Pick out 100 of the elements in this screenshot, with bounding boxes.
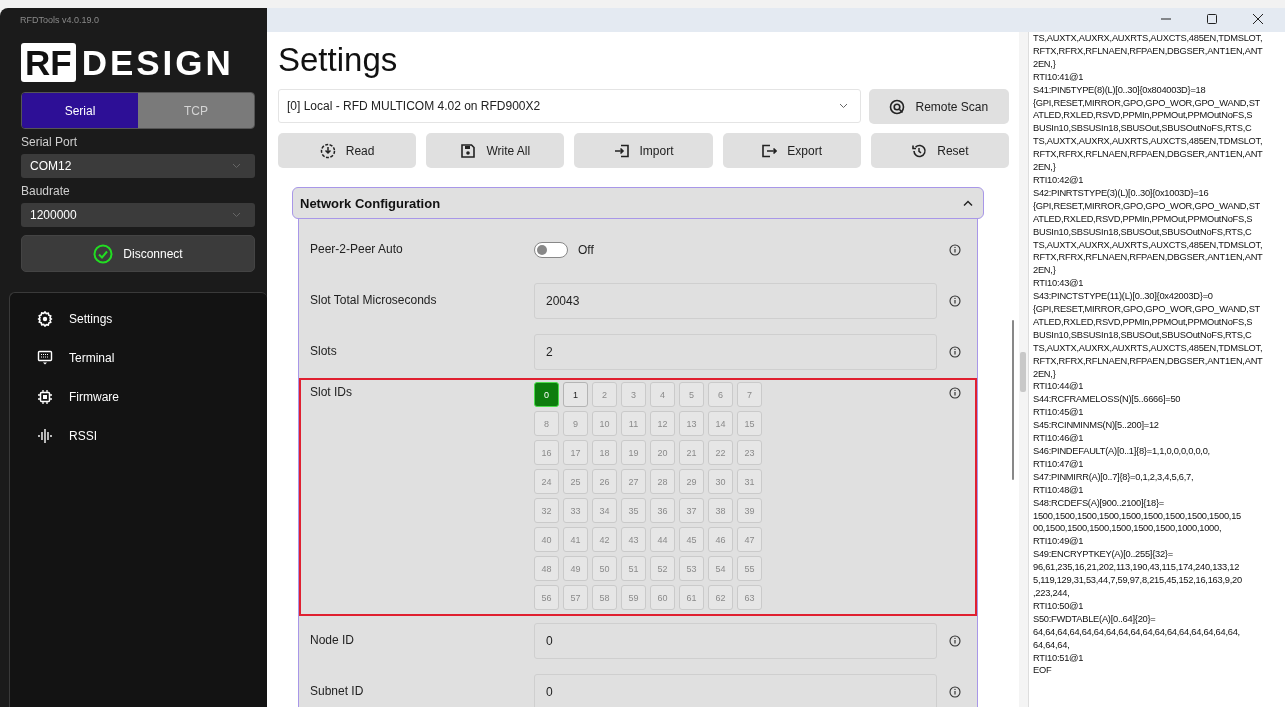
section-header[interactable]: Network Configuration [292, 187, 984, 219]
chevron-up-icon [963, 199, 973, 207]
serial-port-select[interactable]: COM12 [21, 154, 255, 178]
chevron-down-icon [838, 103, 848, 109]
input-field[interactable]: 20043 [534, 283, 937, 319]
log-line: RTI10:48@1 [1033, 483, 1085, 497]
log-line: 96,61,235,16,21,202,113,190,43,115,174,240,133,12 [1033, 561, 1241, 575]
check-circle-icon [93, 243, 114, 264]
log-line: BUSIn10,SBSUSIn18,SBUSOut,SBUSOutNoFS,RTS,C [1033, 328, 1253, 342]
log-line: ATLED,RXLED,RSVD,PPMIn,PPMOut,PPMOutNoFS,S [1033, 315, 1254, 329]
log-line: TS,AUXTX,AUXRX,AUXRTS,AUXCTS,485EN,TDMSLOT, [1033, 32, 1264, 45]
field-label: Node ID [310, 632, 356, 647]
action-button[interactable]: Write All [426, 133, 565, 168]
log-line: BUSIn10,SBSUSIn18,SBUSOut,SBUSOutNoFS,RTS,C [1033, 225, 1253, 239]
scrollbar-thumb[interactable] [1012, 320, 1014, 480]
log-line: 2EN,} [1033, 367, 1057, 381]
action-button[interactable]: Reset [870, 133, 1009, 168]
baudrate-select[interactable]: 1200000 [21, 203, 255, 227]
log-line: RTI10:47@1 [1033, 457, 1085, 471]
log-line: 00,1500,1500,1500,1500,1500,1500,1000,1000, [1033, 522, 1223, 536]
logo: RF DESIGN [21, 43, 267, 82]
info-icon[interactable] [949, 387, 961, 399]
disconnect-button[interactable]: Disconnect [21, 235, 255, 272]
log-line: S45:RCINMINMS(N)[5..200]=12 [1033, 419, 1160, 433]
log-line: RTI10:42@1 [1033, 173, 1085, 187]
info-icon[interactable] [949, 686, 961, 698]
log-line: ATLED,RXLED,RSVD,PPMIn,PPMOut,PPMOutNoFS,S [1033, 212, 1254, 226]
export-icon [761, 142, 778, 159]
log-line: RFTX,RFRX,RFLNAEN,RFPAEN,DBGSER,ANT1EN,ANT [1033, 251, 1264, 265]
slot-id-toggle[interactable]: 1 [563, 382, 588, 407]
device-select[interactable]: [0] Local - RFD MULTICOM 4.02 on RFD900X2 [278, 89, 861, 123]
log-line: S41:PIN5TYPE(8)(L)[0..30]{0x804003D}=18 [1033, 83, 1207, 97]
splitter-handle[interactable] [1020, 352, 1026, 392]
waveform-icon [37, 427, 53, 444]
log-line: {GPI,RESET,MIRROR,GPO,GPO_WOR,GPO_WAND,ST [1033, 96, 1262, 110]
log-line: ATLED,RXLED,RSVD,PPMIn,PPMOut,PPMOutNoFS,S [1033, 109, 1254, 123]
log-line: 64,64,64, [1033, 638, 1071, 652]
page-title: Settings [278, 40, 399, 80]
log-line: S44:RCFRAMELOSS(N)[5..6666]=50 [1033, 393, 1182, 407]
nav-item[interactable]: Firmware [10, 377, 267, 416]
history-icon [911, 142, 928, 159]
log-line: 2EN,} [1033, 57, 1057, 71]
log-line: TS,AUXTX,AUXRX,AUXRTS,AUXCTS,485EN,TDMSLOT, [1033, 341, 1264, 355]
log-line: 64,64,64,64,64,64,64,64,64,64,64,64,64,64,64,64,64, [1033, 625, 1241, 639]
log-line: S50:FWDTABLE(A)[0..64]{20}= [1033, 612, 1157, 626]
action-button[interactable]: Import [574, 133, 713, 168]
log-line: RTI10:45@1 [1033, 406, 1085, 420]
info-icon[interactable] [949, 244, 961, 256]
info-icon[interactable] [949, 346, 961, 358]
log-line: S47:PINMIRR(A)[0..7]{8}=0,1,2,3,4,5,6,7, [1033, 470, 1195, 484]
slot-id-toggle[interactable]: 0 [534, 382, 559, 407]
field-label: Serial Port [21, 135, 79, 149]
toggle-state-text: Off [578, 243, 594, 257]
remote-scan-button[interactable]: Remote Scan [868, 89, 1009, 124]
log-line: RTI10:41@1 [1033, 70, 1085, 84]
action-button[interactable]: Export [722, 133, 861, 168]
field-label: Subnet ID [310, 683, 365, 698]
log-line: BUSIn10,SBSUSIn18,SBUSOut,SBUSOutNoFS,RTS,C [1033, 122, 1253, 136]
field-label: Slots [310, 343, 338, 358]
log-line: RTI10:44@1 [1033, 380, 1085, 394]
chevron-down-icon [232, 212, 241, 218]
action-button[interactable]: Read [278, 133, 417, 168]
field-label: Baudrate [21, 184, 71, 198]
nav-item[interactable]: RSSI [10, 416, 267, 455]
log-line: 2EN,} [1033, 264, 1057, 278]
log-line: TS,AUXTX,AUXRX,AUXRTS,AUXCTS,485EN,TDMSLOT, [1033, 135, 1264, 149]
field-label: Slot Total Microseconds [310, 292, 438, 307]
log-line: S48:RCDEFS(A)[900..2100]{18}= [1033, 496, 1165, 510]
nav-item[interactable]: Terminal [10, 338, 267, 377]
info-icon[interactable] [949, 635, 961, 647]
nav-item[interactable]: Settings [10, 299, 267, 338]
field-label: Slot IDs [310, 384, 353, 399]
log-line: S49:ENCRYPTKEY(A)[0..255]{32}= [1033, 548, 1174, 562]
log-line: S46:PINDEFAULT(A)[0..1]{8}=1,1,0,0,0,0,0,0, [1033, 445, 1211, 458]
app-title: RFDTools v4.0.19.0 [19, 14, 101, 27]
log-line: RFTX,RFRX,RFLNAEN,RFPAEN,DBGSER,ANT1EN,ANT [1033, 44, 1264, 58]
chevron-down-icon [232, 163, 241, 169]
log-line: 2EN,} [1033, 161, 1057, 174]
connection-tab[interactable]: TCP [138, 93, 254, 128]
field-label: Peer-2-Peer Auto [310, 241, 404, 256]
download-circle-icon [319, 142, 336, 159]
info-icon[interactable] [949, 295, 961, 307]
toggle-switch[interactable] [534, 242, 568, 258]
scan-icon [889, 98, 906, 115]
log-line: RTI10:46@1 [1033, 432, 1085, 445]
log-line: RTI10:50@1 [1033, 599, 1085, 613]
log-line: RTI10:51@1 [1033, 651, 1085, 665]
log-line: TS,AUXTX,AUXRX,AUXRTS,AUXCTS,485EN,TDMSLOT, [1033, 238, 1264, 252]
input-field[interactable]: 0 [534, 674, 937, 707]
log-line: S42:PINRTSTYPE(3)(L)[0..30]{0x1003D}=16 [1033, 186, 1210, 200]
log-line: RTI10:43@1 [1033, 277, 1085, 291]
log-line: {GPI,RESET,MIRROR,GPO,GPO_WOR,GPO_WAND,ST [1033, 199, 1262, 213]
keyboard-icon [37, 349, 53, 366]
input-field[interactable]: 0 [534, 623, 937, 659]
log-line: {GPI,RESET,MIRROR,GPO,GPO_WOR,GPO_WAND,ST [1033, 303, 1262, 316]
log-line: 5,119,129,31,53,44,7,59,97,8,215,45,152,16,163,9,20 [1033, 574, 1243, 587]
connection-tab[interactable]: Serial [22, 93, 138, 128]
log-line: S43:PINCTSTYPE(11)(L)[0..30]{0x42003D}=0 [1033, 290, 1214, 304]
input-field[interactable]: 2 [534, 334, 937, 370]
import-icon [613, 142, 630, 159]
